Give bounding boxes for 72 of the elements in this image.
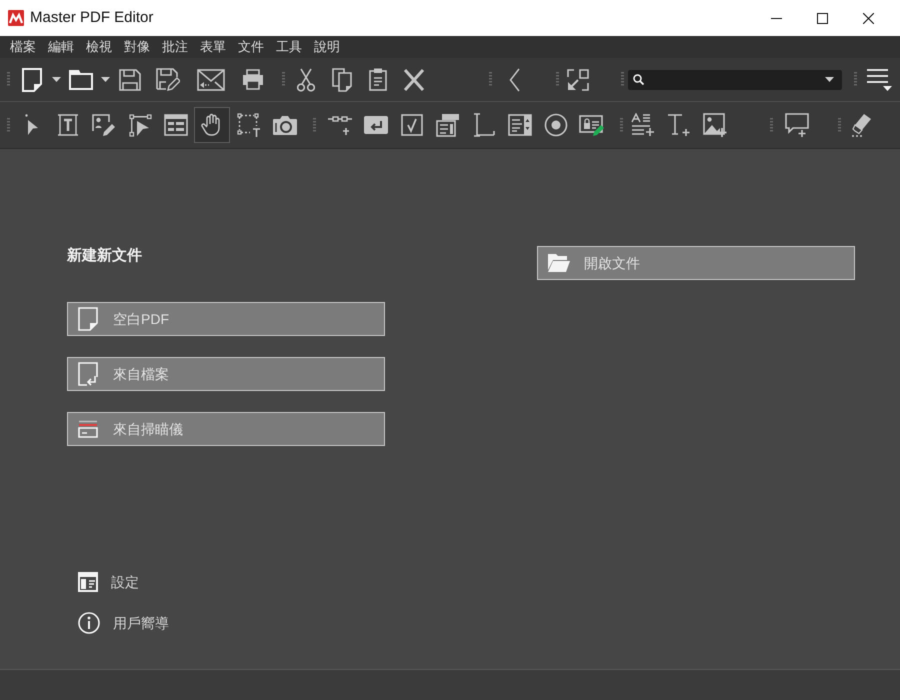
window-title: Master PDF Editor [30,8,154,28]
drag-handle-icon[interactable] [7,72,10,87]
list-box-icon[interactable] [508,114,532,136]
text-block-plus-icon[interactable] [631,113,655,137]
dropdown-caret-icon[interactable] [825,77,834,82]
save-icon[interactable] [119,68,141,90]
menu-item[interactable]: 檢視 [80,38,118,56]
menu-item[interactable]: 工具 [270,38,308,56]
image-pencil-icon[interactable] [92,114,116,136]
camera-icon[interactable] [273,115,297,135]
drag-handle-icon[interactable] [838,118,841,132]
eraser-icon[interactable] [850,113,872,137]
pointer-icon[interactable] [25,114,39,136]
menu-item[interactable]: 表單 [194,38,232,56]
link-plus-icon[interactable] [328,114,352,136]
dropdown-field-icon[interactable] [436,113,460,137]
chevron-left-icon[interactable] [509,68,520,92]
comment-plus-icon[interactable] [785,113,809,137]
menu-item[interactable]: 對像 [118,38,156,56]
open-folder-icon [548,254,570,272]
signature-card-icon[interactable] [579,113,605,137]
settings-link[interactable]: 設定 [67,571,139,593]
app-logo-icon [8,10,24,26]
blank-page-icon [78,307,98,331]
text-cursor-icon[interactable] [473,113,495,137]
section-heading: 新建新文件 [67,246,142,266]
copy-icon[interactable] [332,68,352,92]
menu-item[interactable]: 說明 [308,38,346,56]
search-field[interactable] [628,70,842,90]
fit-page-icon[interactable] [567,68,589,90]
drag-handle-icon[interactable] [556,72,559,87]
caret-icon[interactable] [52,77,61,82]
drag-handle-icon[interactable] [7,118,10,132]
hand-icon[interactable] [194,107,230,143]
drag-handle-icon[interactable] [770,118,773,132]
save-as-icon[interactable] [156,68,180,91]
folder-icon[interactable] [69,70,93,90]
menu-item[interactable]: 編輯 [42,38,80,56]
envelope-icon[interactable] [197,68,225,90]
close-icon[interactable] [863,12,874,24]
info-icon [78,612,100,634]
menu-item[interactable]: 文件 [232,38,270,56]
menu-item[interactable]: 批注 [156,38,194,56]
clipboard-icon[interactable] [369,68,387,91]
page-return-arrow-icon [78,362,98,386]
menu-item[interactable]: 檔案 [4,38,42,56]
menu-icon[interactable] [866,68,892,91]
drag-handle-icon[interactable] [282,72,285,87]
drag-handle-icon[interactable] [621,72,624,87]
text-plus-icon[interactable] [667,113,691,137]
drag-handle-icon[interactable] [854,72,857,87]
radio-button-icon[interactable] [544,113,568,137]
dashed-selection-icon[interactable] [237,113,261,137]
settings-icon [78,572,98,592]
checkbox-icon[interactable] [401,114,423,136]
drag-handle-icon[interactable] [489,72,492,87]
scissors-icon[interactable] [297,68,315,92]
scanner-icon [78,420,98,438]
printer-icon[interactable] [242,69,264,90]
new-document-icon[interactable] [22,68,42,92]
form-layout-icon[interactable] [164,114,188,136]
user-guide-link[interactable]: 用戶嚮導 [67,612,169,634]
drag-handle-icon[interactable] [620,118,623,132]
text-box-icon[interactable] [57,113,79,137]
drag-handle-icon[interactable] [313,118,316,132]
search-icon [633,74,644,85]
image-plus-icon[interactable] [703,113,727,137]
cross-icon[interactable] [403,68,425,92]
vertex-pointer-icon[interactable] [128,114,152,136]
enter-key-icon[interactable] [364,116,388,134]
caret-icon[interactable] [101,77,110,82]
maximize-icon[interactable] [817,12,828,24]
